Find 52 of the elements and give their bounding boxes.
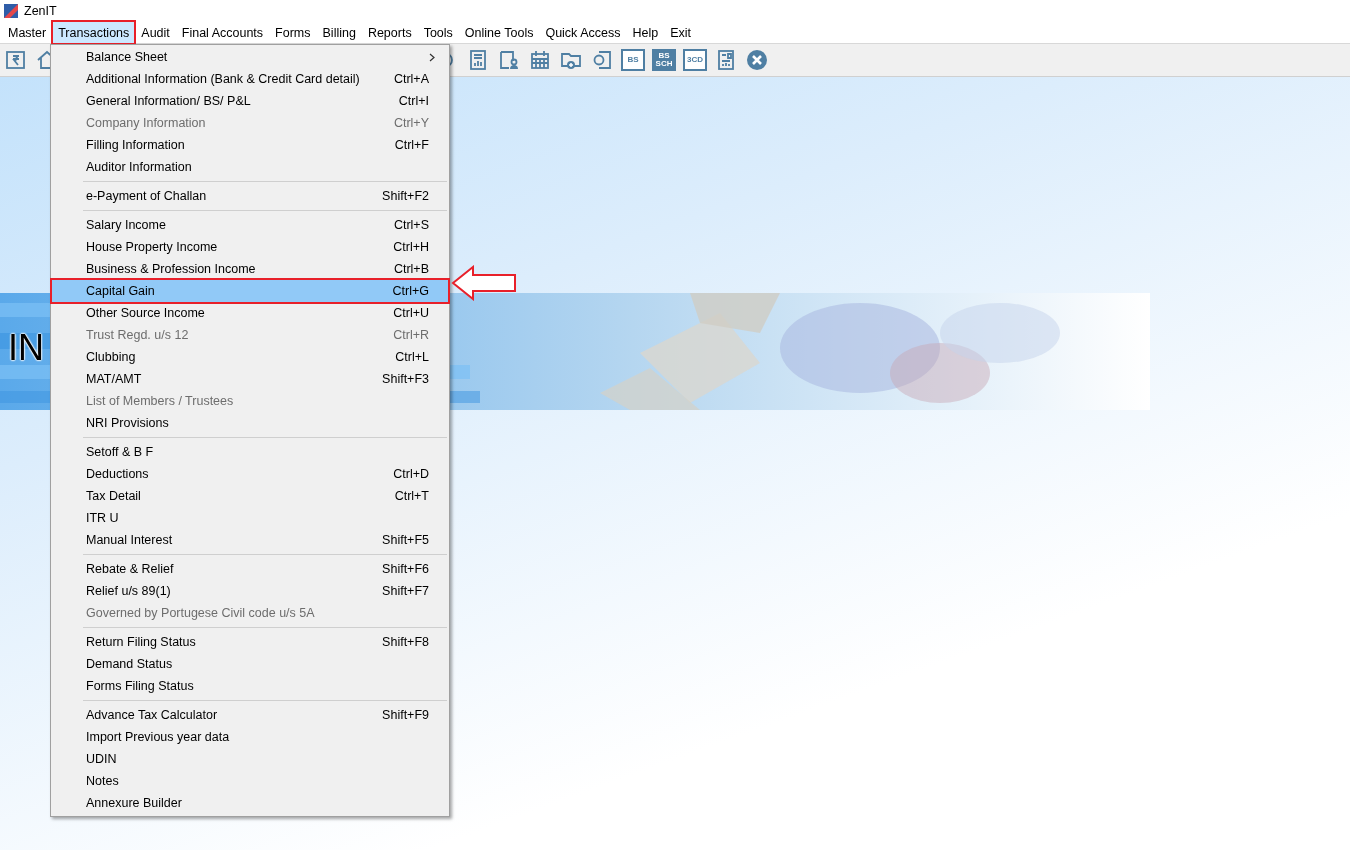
menu-item[interactable]: Reports bbox=[362, 22, 417, 43]
dropdown-item[interactable]: Manual Interest Shift+F5 bbox=[52, 529, 448, 551]
dropdown-item[interactable]: General Information/ BS/ P&L Ctrl+I bbox=[52, 90, 448, 112]
menu-item[interactable]: Billing bbox=[317, 22, 361, 43]
dropdown-item[interactable]: Setoff & B F bbox=[52, 441, 448, 463]
dropdown-item[interactable]: Notes bbox=[52, 770, 448, 792]
dropdown-item[interactable]: Capital Gain Ctrl+G bbox=[52, 280, 448, 302]
menu-item[interactable]: Transactions bbox=[53, 22, 135, 43]
person-document-icon[interactable] bbox=[497, 48, 521, 72]
menu-item[interactable]: Quick Access bbox=[540, 22, 626, 43]
dropdown-item[interactable]: Clubbing Ctrl+L bbox=[52, 346, 448, 368]
dropdown-item[interactable]: House Property Income Ctrl+H bbox=[52, 236, 448, 258]
banner-title: IN bbox=[8, 327, 44, 369]
menu-item[interactable]: Online Tools bbox=[459, 22, 539, 43]
dropdown-item[interactable]: Additional Information (Bank & Credit Card detail) Ctrl+A bbox=[52, 68, 448, 90]
app-logo-icon bbox=[4, 4, 18, 18]
dropdown-item[interactable]: Annexure Builder bbox=[52, 792, 448, 814]
dropdown-item[interactable]: Salary Income Ctrl+S bbox=[52, 214, 448, 236]
menu-item[interactable]: Audit bbox=[136, 22, 175, 43]
menu-item[interactable]: Help bbox=[627, 22, 664, 43]
calendar-icon[interactable] bbox=[528, 48, 552, 72]
dropdown-item[interactable]: Other Source Income Ctrl+U bbox=[52, 302, 448, 324]
toolbar-button[interactable]: BS SCH bbox=[652, 48, 676, 72]
toolbar-button[interactable]: BS bbox=[621, 48, 645, 72]
menu-item[interactable]: Forms bbox=[270, 22, 316, 43]
menu-item[interactable]: Master bbox=[3, 22, 52, 43]
window-title: ZenIT bbox=[24, 4, 57, 18]
dropdown-item[interactable]: Return Filing Status Shift+F8 bbox=[52, 631, 448, 653]
dropdown-item[interactable]: Relief u/s 89(1) Shift+F7 bbox=[52, 580, 448, 602]
dropdown-item[interactable]: ITR U bbox=[52, 507, 448, 529]
dropdown-item[interactable]: Import Previous year data bbox=[52, 726, 448, 748]
dropdown-item[interactable]: Auditor Information bbox=[52, 156, 448, 178]
rupee-icon[interactable] bbox=[4, 48, 28, 72]
menu-item[interactable]: Exit bbox=[665, 22, 696, 43]
dropdown-item[interactable]: Business & Profession Income Ctrl+B bbox=[52, 258, 448, 280]
dropdown-item[interactable]: Advance Tax Calculator Shift+F9 bbox=[52, 704, 448, 726]
dropdown-item[interactable]: MAT/AMT Shift+F3 bbox=[52, 368, 448, 390]
dropdown-item[interactable]: Rebate & Relief Shift+F6 bbox=[52, 558, 448, 580]
dropdown-item[interactable]: Deductions Ctrl+D bbox=[52, 463, 448, 485]
close-icon[interactable] bbox=[745, 48, 769, 72]
dropdown-item[interactable]: Tax Detail Ctrl+T bbox=[52, 485, 448, 507]
menu-item[interactable]: Final Accounts bbox=[176, 22, 269, 43]
menu-item[interactable]: Tools bbox=[418, 22, 458, 43]
dropdown-item[interactable]: Forms Filing Status bbox=[52, 675, 448, 697]
dropdown-item[interactable]: UDIN bbox=[52, 748, 448, 770]
dropdown-item[interactable]: Demand Status bbox=[52, 653, 448, 675]
dropdown-item[interactable]: Balance Sheet bbox=[52, 46, 448, 68]
dropdown-item[interactable]: e-Payment of Challan Shift+F2 bbox=[52, 185, 448, 207]
toolbar-button[interactable]: 3CD bbox=[683, 48, 707, 72]
dropdown-item[interactable]: NRI Provisions bbox=[52, 412, 448, 434]
dropdown-item[interactable]: Filling Information Ctrl+F bbox=[52, 134, 448, 156]
arrow-annotation bbox=[451, 265, 517, 301]
